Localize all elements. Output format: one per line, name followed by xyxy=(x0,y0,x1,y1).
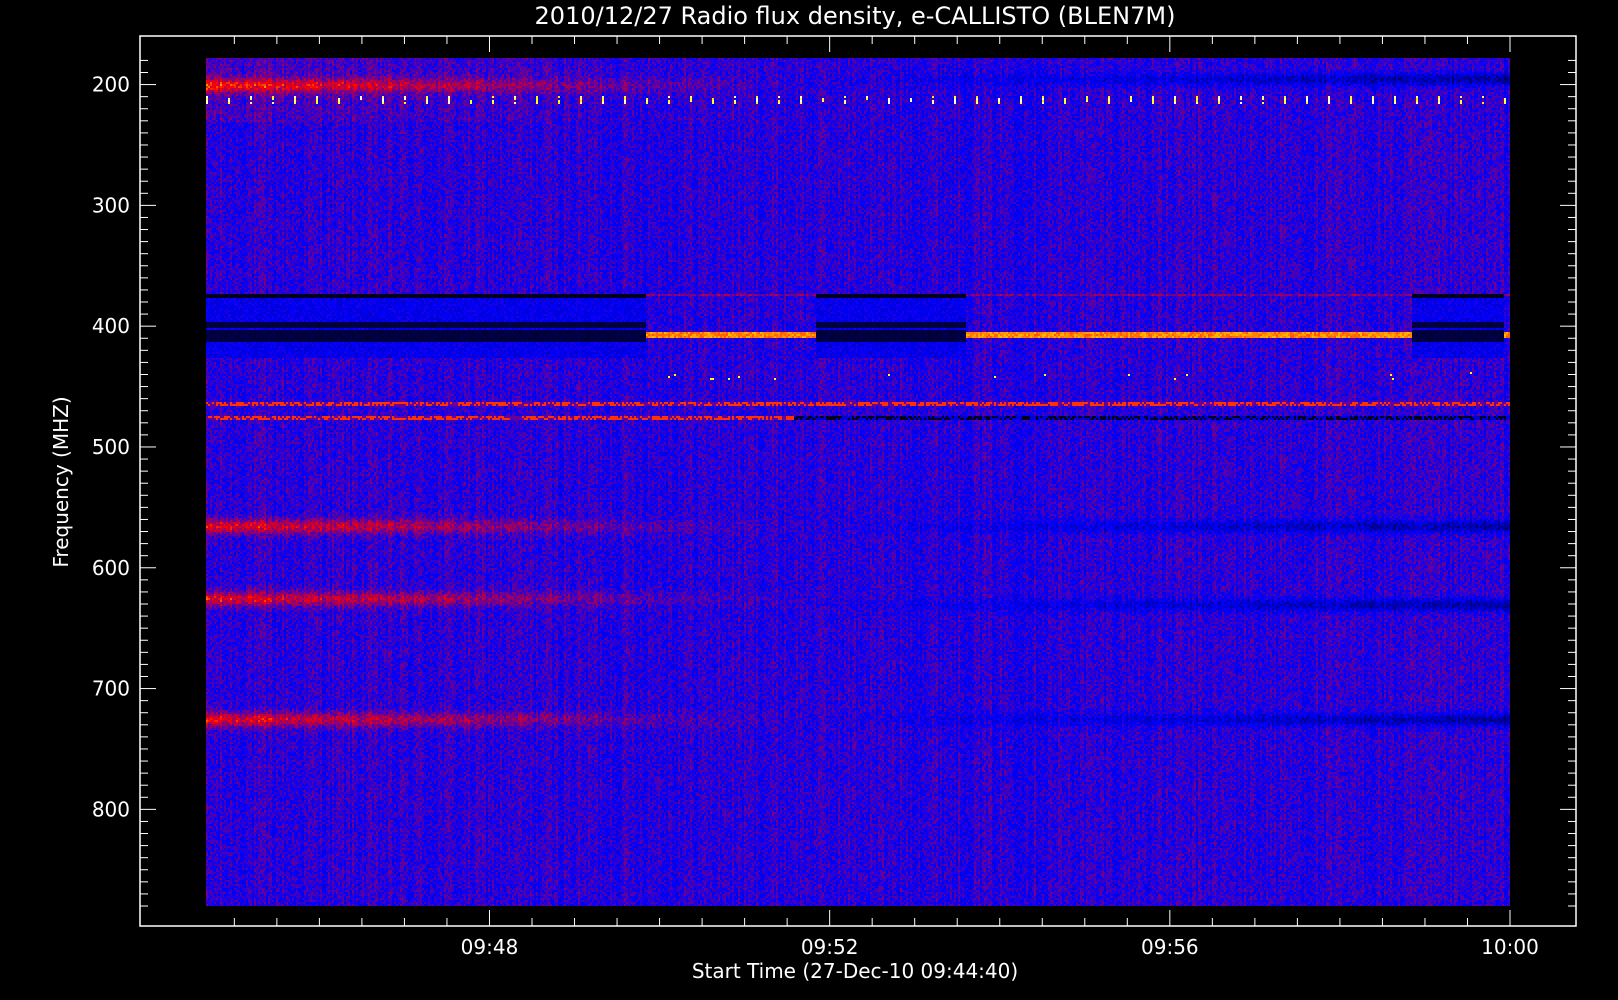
x-tick-label: 09:52 xyxy=(801,935,859,959)
y-tick-label: 700 xyxy=(92,677,130,701)
y-tick-label: 400 xyxy=(92,314,130,338)
y-tick-label: 800 xyxy=(92,797,130,821)
y-axis-label: Frequency (MHZ) xyxy=(49,396,73,567)
x-tick-label: 10:00 xyxy=(1481,935,1539,959)
spectrogram-heatmap xyxy=(206,58,1510,906)
x-axis-tick-labels: 09:48 09:52 09:56 10:00 xyxy=(461,935,1539,959)
y-tick-label: 500 xyxy=(92,435,130,459)
y-tick-label: 200 xyxy=(92,73,130,97)
x-tick-label: 09:56 xyxy=(1141,935,1199,959)
y-tick-label: 300 xyxy=(92,193,130,217)
y-axis-tick-labels: 200 300 400 500 600 700 800 xyxy=(92,73,130,822)
x-axis-label: Start Time (27-Dec-10 09:44:40) xyxy=(692,959,1018,983)
y-tick-label: 600 xyxy=(92,556,130,580)
chart-title: 2010/12/27 Radio flux density, e-CALLIST… xyxy=(535,2,1176,30)
x-tick-label: 09:48 xyxy=(461,935,519,959)
